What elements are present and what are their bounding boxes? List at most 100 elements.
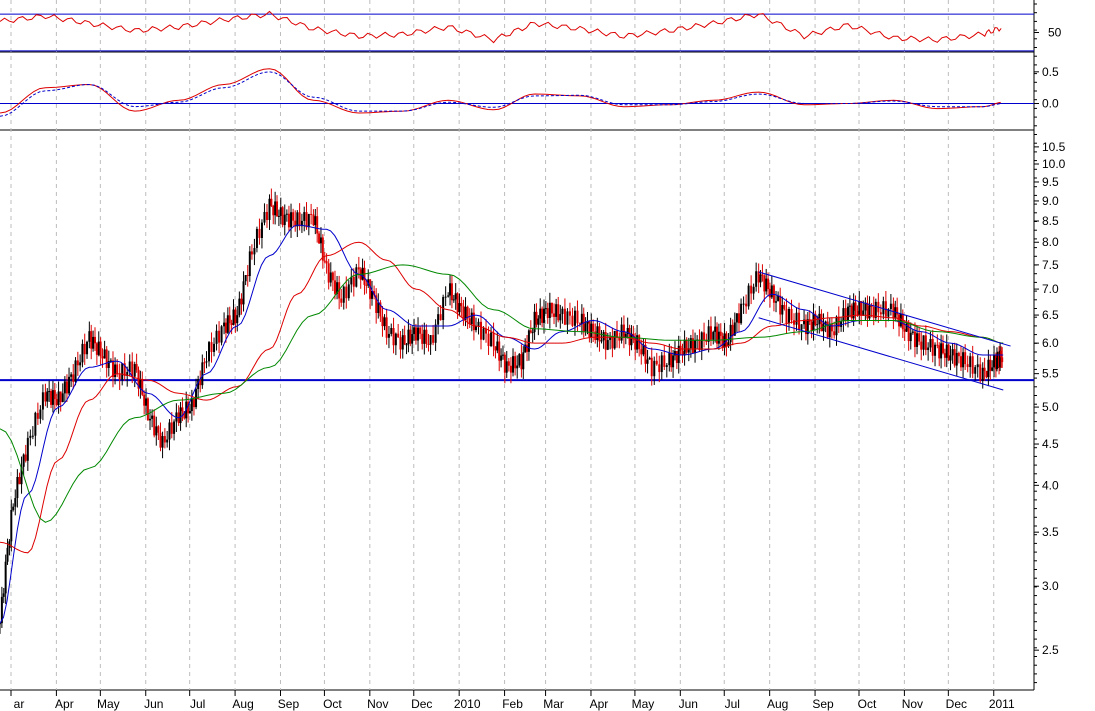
candle-body: [740, 303, 743, 324]
candle-body: [816, 324, 819, 326]
candle-body: [303, 212, 306, 221]
candle-body: [842, 308, 845, 322]
candle-body: [14, 498, 17, 507]
candle-body: [981, 367, 984, 381]
candle-body: [265, 211, 268, 220]
candle-body: [712, 331, 715, 340]
candle-body: [432, 335, 435, 343]
candle-body: [192, 399, 195, 408]
candle-body: [263, 211, 266, 223]
candle-body: [498, 341, 501, 361]
candle-body: [613, 330, 616, 349]
chart-background: [0, 0, 1095, 711]
candle-body: [236, 315, 239, 324]
candle-body: [36, 412, 39, 419]
candle-body: [550, 302, 553, 314]
candle-body: [22, 454, 25, 467]
candle-body: [421, 333, 424, 344]
candle-body: [755, 271, 758, 287]
candle-body: [155, 426, 158, 436]
candle-body: [752, 286, 755, 294]
candle-body: [742, 303, 745, 305]
candle-body: [181, 407, 184, 412]
candle-body: [866, 302, 869, 319]
candle-body: [707, 326, 710, 342]
x-tick-label: Nov: [902, 697, 923, 711]
candle-body: [133, 364, 136, 377]
candle-body: [470, 312, 473, 325]
candle-body: [735, 313, 738, 323]
x-tick-label: Jun: [679, 697, 698, 711]
candle-body: [34, 412, 37, 436]
candle-body: [561, 308, 564, 315]
x-tick-label: Oct: [323, 697, 342, 711]
candle-body: [281, 207, 284, 226]
candle-body: [258, 228, 261, 238]
candle-body: [53, 390, 56, 400]
candle-body: [557, 304, 560, 321]
candle-body: [131, 361, 134, 377]
price-y-tick-label: 7.5: [1042, 258, 1059, 272]
price-y-tick-label: 4.0: [1042, 478, 1059, 492]
candle-body: [966, 364, 969, 368]
candle-body: [340, 298, 343, 303]
candle-body: [210, 342, 213, 352]
candle-body: [413, 327, 416, 335]
candle-body: [611, 337, 614, 349]
x-tick-label: Jun: [144, 697, 163, 711]
price-y-tick-label: 10.5: [1042, 140, 1066, 154]
candle-body: [945, 344, 948, 358]
candle-body: [949, 355, 952, 361]
candle-body: [507, 361, 510, 366]
candle-body: [531, 332, 534, 334]
x-tick-label: Mar: [543, 697, 564, 711]
candle-body: [434, 324, 437, 343]
candle-body: [450, 283, 453, 301]
candle-body: [161, 436, 164, 448]
candle-body: [201, 362, 204, 386]
candle-body: [135, 364, 138, 370]
candle-body: [737, 313, 740, 324]
candle-body: [318, 233, 321, 244]
x-tick-label: Apr: [590, 697, 609, 711]
candle-body: [501, 354, 504, 356]
candle-body: [83, 343, 86, 355]
candle-body: [922, 335, 925, 350]
candle-body: [46, 391, 49, 402]
candle-body: [31, 435, 34, 437]
x-tick-label: Nov: [367, 697, 388, 711]
candle-body: [355, 267, 358, 287]
candle-body: [777, 295, 780, 302]
candle-body: [477, 321, 480, 327]
candle-body: [548, 302, 551, 318]
candle-body: [759, 274, 762, 283]
candle-body: [571, 315, 574, 326]
candle-body: [323, 260, 326, 262]
candle-body: [947, 344, 950, 361]
candle-body: [606, 340, 609, 350]
candle-body: [509, 365, 512, 373]
candle-body: [253, 248, 256, 255]
candle-body: [663, 355, 666, 367]
candle-body: [411, 334, 414, 344]
candle-body: [81, 343, 84, 363]
candle-body: [516, 365, 519, 369]
candle-body: [460, 303, 463, 307]
candle-body: [943, 353, 946, 358]
candle-body: [971, 356, 974, 374]
candle-body: [559, 314, 562, 321]
candle-body: [787, 308, 790, 324]
candle-body: [146, 398, 149, 421]
candle-body: [941, 343, 944, 354]
candle-body: [203, 362, 206, 364]
candle-body: [781, 305, 784, 315]
candle-body: [584, 323, 587, 332]
candle-body: [29, 435, 32, 438]
candle-body: [316, 216, 319, 234]
candle-body: [785, 308, 788, 324]
x-tick-label: Apr: [55, 697, 74, 711]
candle-body: [514, 356, 517, 369]
candle-body: [959, 356, 962, 368]
candle-body: [983, 367, 986, 371]
candle-body: [12, 506, 15, 510]
